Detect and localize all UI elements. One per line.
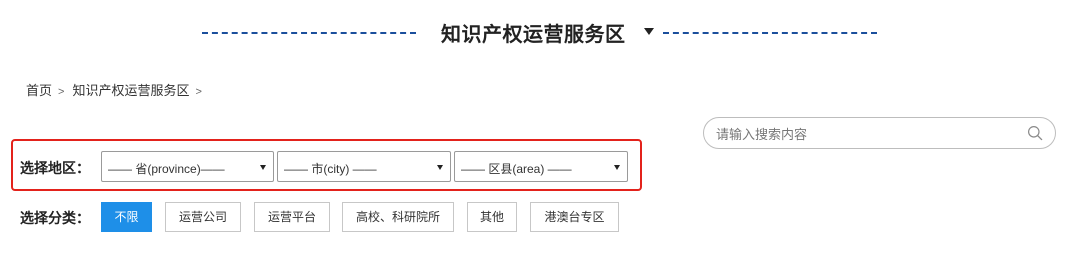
caret-down-icon[interactable] — [644, 28, 654, 35]
category-label: 选择分类： — [20, 210, 90, 226]
province-select[interactable]: —— 省(province)—— — [101, 151, 274, 182]
category-button-all[interactable]: 不限 — [101, 202, 152, 232]
breadcrumb-home[interactable]: 首页 — [26, 83, 52, 98]
category-button-other[interactable]: 其他 — [467, 202, 517, 232]
category-button-operating-platform[interactable]: 运营平台 — [254, 202, 330, 232]
region-label: 选择地区： — [20, 160, 90, 176]
search-box — [703, 117, 1056, 150]
breadcrumb-separator: > — [195, 86, 202, 98]
area-select[interactable]: —— 区县(area) —— — [454, 151, 628, 182]
city-select[interactable]: —— 市(city) —— — [277, 151, 451, 182]
breadcrumb-separator: > — [58, 86, 65, 98]
breadcrumb-current[interactable]: 知识产权运营服务区 — [72, 83, 189, 98]
category-button-universities[interactable]: 高校、科研院所 — [342, 202, 454, 232]
area-select-value: —— 区县(area) —— — [461, 162, 572, 176]
category-button-hk-macao-taiwan[interactable]: 港澳台专区 — [530, 202, 619, 232]
header-dash-left — [202, 32, 416, 34]
chevron-down-icon — [437, 165, 443, 170]
chevron-down-icon — [260, 165, 266, 170]
city-select-value: —— 市(city) —— — [284, 162, 377, 176]
search-icon[interactable] — [1027, 125, 1043, 141]
page-title: 知识产权运营服务区 — [441, 24, 626, 46]
category-button-operating-company[interactable]: 运营公司 — [165, 202, 241, 232]
chevron-down-icon — [614, 165, 620, 170]
header-dash-right — [663, 32, 877, 34]
search-input[interactable] — [714, 118, 1018, 150]
breadcrumb: 首页 > 知识产权运营服务区 > — [26, 80, 210, 99]
province-select-value: —— 省(province)—— — [108, 162, 225, 176]
